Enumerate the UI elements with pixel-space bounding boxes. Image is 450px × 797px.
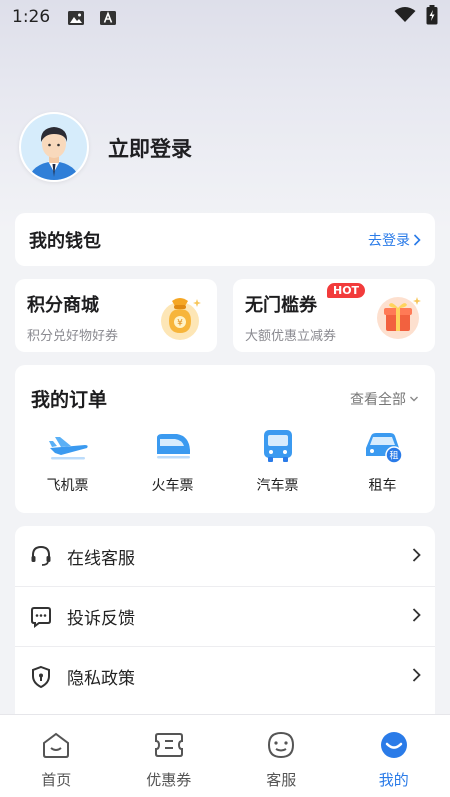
- points-mall-card[interactable]: 积分商城 积分兑好物好券 ¥: [15, 279, 217, 352]
- order-train-label: 火车票: [151, 478, 194, 494]
- status-bar: 1:26: [0, 0, 450, 34]
- bus-icon: [256, 427, 300, 465]
- tab-label: 客服: [266, 771, 297, 789]
- no-threshold-coupon-card[interactable]: 无门槛券 大额优惠立减券 HOT: [233, 279, 435, 352]
- wallet-login-link[interactable]: 去登录: [368, 230, 421, 250]
- wallet-login-label: 去登录: [368, 232, 410, 249]
- view-all-label: 查看全部: [350, 392, 406, 408]
- order-bus[interactable]: 汽车票: [225, 427, 330, 495]
- chevron-right-icon: [412, 547, 421, 566]
- tab-label: 我的: [378, 771, 409, 789]
- menu-item-label: 在线客服: [67, 548, 135, 569]
- tab-label: 首页: [41, 771, 72, 789]
- chevron-right-icon: [412, 667, 421, 686]
- money-bag-icon: ¥: [161, 298, 201, 340]
- shield-icon: [29, 665, 53, 689]
- chevron-right-icon: [413, 233, 421, 246]
- wallet-card[interactable]: 我的钱包 去登录: [15, 213, 435, 266]
- menu-item-online-service[interactable]: 在线客服: [15, 526, 435, 586]
- home-icon: [40, 729, 72, 761]
- order-car-rental-label: 租车: [368, 478, 397, 494]
- tab-label: 优惠券: [146, 771, 192, 789]
- user-avatar-icon: [21, 114, 87, 180]
- view-all-orders-link[interactable]: 查看全部: [350, 389, 419, 409]
- profile-icon: [378, 729, 410, 761]
- menu-item-feedback[interactable]: 投诉反馈: [15, 586, 435, 646]
- battery-icon: [426, 4, 438, 30]
- wallet-title: 我的钱包: [29, 230, 101, 252]
- tab-coupons[interactable]: 优惠券: [113, 715, 226, 797]
- status-right: [394, 4, 438, 30]
- menu-item-label: 投诉反馈: [67, 609, 135, 629]
- tab-profile[interactable]: 我的: [338, 715, 450, 797]
- orders-card: 我的订单 查看全部 飞机票 火车票 汽车票 租 租车: [15, 365, 435, 513]
- chevron-right-icon: [412, 607, 421, 626]
- order-train[interactable]: 火车票: [120, 427, 225, 495]
- status-time: 1:26: [12, 7, 51, 27]
- plane-icon: [46, 427, 90, 465]
- svg-text:租: 租: [389, 451, 398, 462]
- settings-menu: 在线客服 投诉反馈 隐私政策: [15, 526, 435, 726]
- feedback-icon: [29, 605, 53, 629]
- service-icon: [265, 729, 297, 761]
- order-flight[interactable]: 飞机票: [15, 427, 120, 495]
- wifi-icon: [394, 6, 416, 28]
- order-car-rental[interactable]: 租 租车: [330, 427, 435, 495]
- login-link[interactable]: 立即登录: [108, 133, 192, 163]
- svg-text:¥: ¥: [177, 319, 183, 329]
- train-icon: [151, 427, 195, 465]
- hot-badge: HOT: [327, 283, 366, 298]
- order-flight-label: 飞机票: [46, 478, 89, 494]
- bottom-tab-bar: 首页 优惠券 客服 我的: [0, 714, 450, 797]
- avatar[interactable]: [19, 112, 89, 182]
- image-notification-icon: [68, 10, 85, 25]
- headset-icon: [29, 544, 53, 568]
- chevron-down-icon: [410, 396, 418, 402]
- car-rental-icon: 租: [361, 427, 405, 465]
- order-type-list: 飞机票 火车票 汽车票 租 租车: [15, 427, 435, 495]
- menu-item-label: 隐私政策: [67, 669, 135, 689]
- font-notification-icon: [100, 10, 117, 25]
- menu-item-privacy[interactable]: 隐私政策: [15, 646, 435, 706]
- tab-customer-service[interactable]: 客服: [225, 715, 338, 797]
- order-bus-label: 汽车票: [256, 478, 299, 494]
- gift-box-icon: [377, 297, 421, 339]
- coupon-icon: [153, 729, 185, 761]
- tab-home[interactable]: 首页: [0, 715, 113, 797]
